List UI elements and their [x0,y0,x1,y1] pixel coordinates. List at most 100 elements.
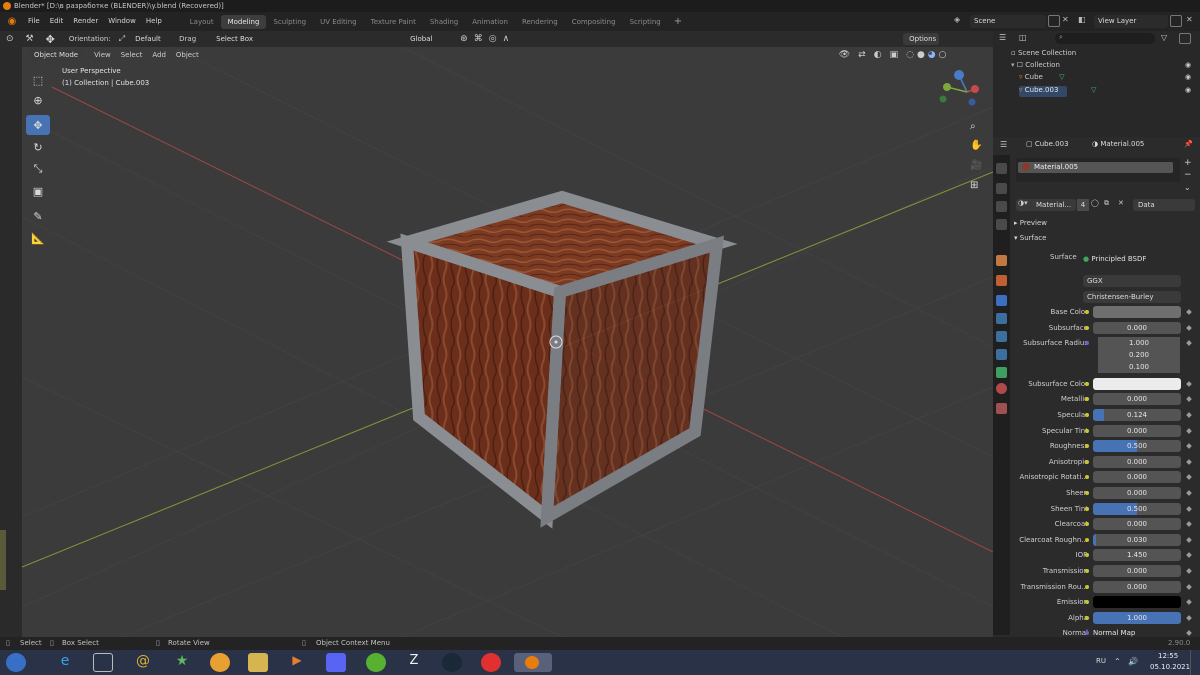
menu-render[interactable]: Render [68,12,103,31]
keyframe-icon[interactable] [1186,536,1192,543]
socket-dot-icon[interactable] [1085,444,1089,449]
ortho-grid-icon[interactable]: ⊞ [970,180,984,194]
editor-type-icon[interactable]: ⚒ [26,34,34,44]
show-desktop-button[interactable] [1190,650,1200,675]
surface-shader-selector[interactable]: ● Principled BSDF [1083,253,1181,265]
socket-dot-icon[interactable] [1085,341,1089,346]
socket-dot-icon[interactable] [1085,537,1089,542]
tab-output[interactable] [996,201,1007,212]
keyframe-icon[interactable] [1186,505,1192,512]
socket-dot-icon[interactable] [1085,428,1089,433]
scale-tool-button[interactable]: ⤡ [26,159,50,179]
tab-scene[interactable] [996,255,1007,266]
tool-icon[interactable]: ⊙ [6,34,14,44]
value-slider[interactable]: 1.450 [1093,549,1181,562]
keyframe-icon[interactable] [1186,599,1192,605]
slot-specials-icon[interactable]: ⌄ [1184,183,1191,192]
material-browse-icon[interactable]: ◑▾ [1018,199,1028,207]
outliner-item-scene-collection[interactable]: ▫ Scene Collection [1011,49,1076,57]
mesh-data-icon[interactable]: ▽ [1091,86,1096,94]
menu-window[interactable]: Window [103,12,141,31]
scene-selector[interactable]: Scene [970,15,1046,28]
pan-hand-icon[interactable]: ✋ [970,140,984,154]
view-layer-icon[interactable]: ◧ [1078,15,1092,27]
keyframe-icon[interactable] [1186,412,1192,418]
distribution-dropdown[interactable]: GGX [1083,275,1181,287]
gizmo-toggle-icon[interactable]: ⇄ [858,50,866,60]
add-workspace-icon[interactable]: + [668,16,688,27]
measure-tool-button[interactable]: 📐 [26,228,50,248]
tab-tool[interactable] [996,163,1007,174]
visibility-eye-icon[interactable]: ◉ [1185,73,1191,81]
value-slider[interactable]: 0.000 [1093,321,1181,334]
navigation-gizmo[interactable] [939,70,980,106]
material-slot-item[interactable]: Material.005 [1018,162,1173,173]
mesh-data-icon[interactable]: ▽ [1059,73,1064,81]
socket-dot-icon[interactable] [1085,397,1089,402]
socket-dot-icon[interactable] [1085,325,1089,330]
value-slider[interactable]: 0.000 [1093,393,1181,406]
outliner-item-collection[interactable]: ▾ ☐ Collection [1011,61,1060,69]
tray-arrow-icon[interactable]: ⌃ [1114,657,1121,666]
menu-view[interactable]: View [94,51,111,59]
overlay-toggle-icon[interactable]: ◐ [874,50,882,60]
tab-material[interactable] [996,383,1007,394]
visibility-eye-icon[interactable]: ◉ [1185,86,1191,94]
value-slider[interactable]: 0.030 [1093,533,1181,546]
keyframe-icon[interactable] [1186,568,1192,574]
snap-icon[interactable]: ⌘ [474,34,483,44]
socket-dot-icon[interactable] [1085,568,1089,573]
select-mode-dropdown[interactable]: Select Box [210,33,264,45]
unlink-icon[interactable]: ✕ [1118,199,1124,207]
tab-physics[interactable] [996,331,1007,342]
visibility-eye-icon[interactable]: ◉ [1185,61,1191,69]
tab-view-layer[interactable] [996,219,1007,230]
user-count[interactable]: 4 [1077,199,1089,211]
duplicate-icon[interactable]: ⧉ [1104,199,1109,208]
value-slider[interactable]: 0.000 [1093,424,1181,437]
tab-particles[interactable] [996,313,1007,324]
value-slider[interactable]: 0.000 [1093,518,1181,531]
cursor-tool-button[interactable]: ⊕ [26,90,50,110]
value-slider[interactable]: 0.000 [1093,580,1181,593]
rendered-shading-icon[interactable]: ○ [939,50,947,60]
keyframe-icon[interactable] [1186,324,1192,331]
socket-dot-icon[interactable] [1085,310,1089,314]
tab-texture[interactable] [996,403,1007,414]
keyframe-icon[interactable] [1186,552,1192,559]
value-slider[interactable]: 0.000 [1093,471,1181,484]
select-tool-button[interactable]: ⬚ [26,70,50,90]
tab-sculpting[interactable]: Sculpting [266,15,313,29]
wireframe-shading-icon[interactable]: ◌ [906,50,914,60]
steam-icon[interactable] [442,653,462,672]
tab-render[interactable] [996,183,1007,194]
discord-icon[interactable] [326,653,346,672]
keyframe-icon[interactable] [1186,380,1192,387]
chrome-icon[interactable] [210,653,230,672]
remove-slot-icon[interactable]: − [1184,170,1192,180]
tab-modifiers[interactable] [996,295,1007,306]
value-slider[interactable]: 0.000 [1093,486,1181,499]
clock-time[interactable]: 12:55 [1158,652,1178,660]
filter-icon[interactable]: ▽ [1161,33,1167,42]
new-scene-icon[interactable] [1048,15,1060,27]
pin-icon[interactable]: 📌 [1184,140,1193,148]
menu-edit[interactable]: Edit [45,12,69,31]
windows-start-icon[interactable] [6,653,26,672]
material-shading-icon[interactable]: ◕ [928,50,936,60]
zbrush-icon[interactable]: Z [404,653,424,672]
menu-add[interactable]: Add [152,51,166,59]
tab-animation[interactable]: Animation [465,15,515,29]
color-swatch[interactable] [1093,596,1181,609]
keyframe-icon[interactable] [1186,583,1192,590]
xray-toggle-icon[interactable]: ▣ [890,50,899,60]
socket-dot-icon[interactable] [1085,584,1089,589]
add-slot-icon[interactable]: + [1184,158,1192,168]
keyframe-icon[interactable] [1186,427,1192,434]
keyframe-icon[interactable] [1186,458,1192,465]
3d-viewer-icon[interactable] [93,653,113,672]
camera-icon[interactable]: 🎥 [970,160,984,174]
input-language[interactable]: RU [1096,657,1106,665]
value-slider[interactable]: 0.000 [1093,564,1181,577]
volume-icon[interactable]: 🔊 [1128,657,1138,666]
